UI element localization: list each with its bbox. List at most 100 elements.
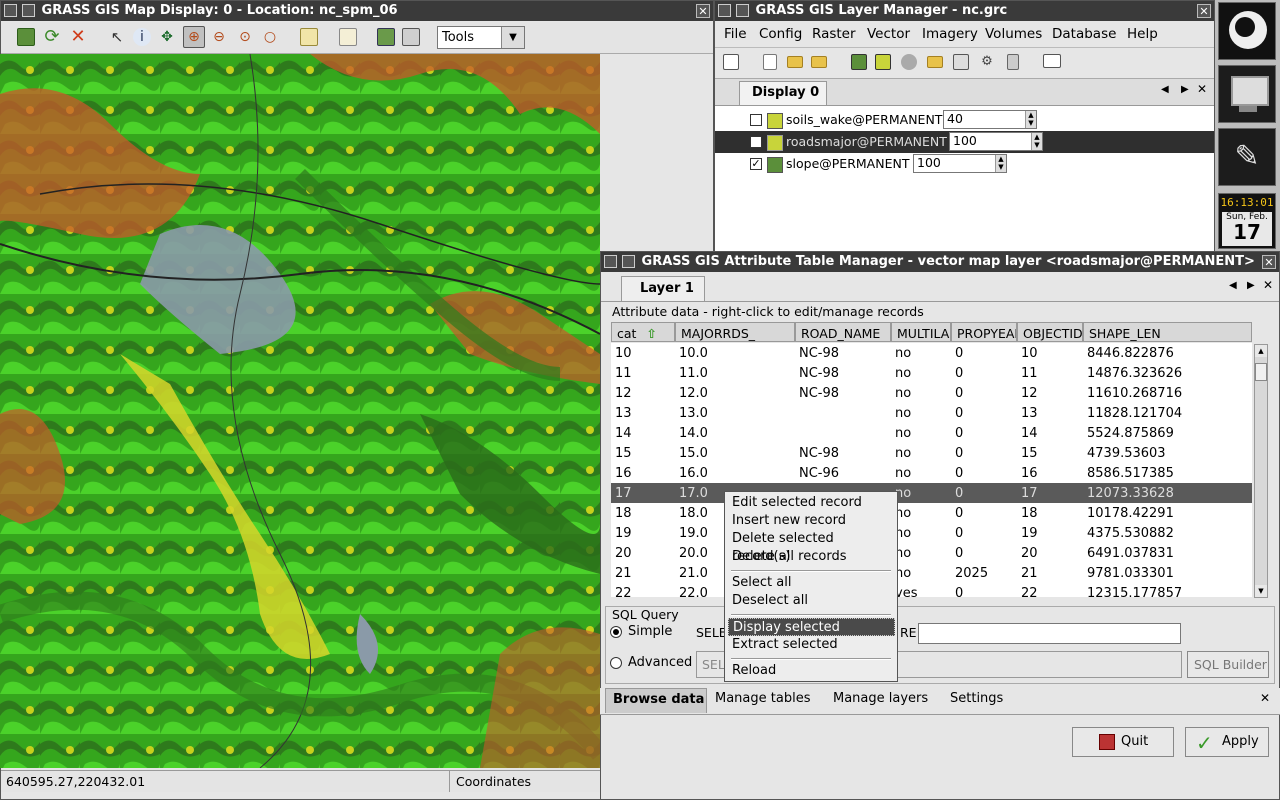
tab-close-icon[interactable]: ✕ (1197, 82, 1207, 96)
menu-deselect-all[interactable]: Deselect all (728, 592, 895, 610)
window-menu-icon[interactable] (4, 4, 17, 17)
tab-close-icon[interactable]: ✕ (1263, 278, 1273, 292)
tab-next-icon[interactable]: ▶ (1181, 84, 1189, 95)
menu-display-selected[interactable]: Display selected (728, 618, 895, 636)
save-workspace-icon[interactable] (811, 56, 827, 68)
table-row[interactable]: 11 11.0 NC-98 no 0 11 14876.323626 (611, 363, 1252, 384)
column-header-objectid[interactable]: OBJECTID (1017, 322, 1083, 342)
table-scrollbar[interactable]: ▲ ▼ (1254, 344, 1268, 598)
menu-imagery[interactable]: Imagery (922, 26, 978, 42)
table-row[interactable]: 22 22.0 yes 0 22 12315.177857 (611, 583, 1252, 597)
add-vector-icon[interactable] (901, 54, 917, 70)
spinner-arrows[interactable]: ▲ ▼ (1031, 133, 1042, 150)
menu-file[interactable]: File (724, 26, 747, 42)
layer-row-roadsmajor[interactable]: roadsmajor@PERMANENT 100 ▲ ▼ (715, 131, 1214, 153)
table-row[interactable]: 16 16.0 NC-96 no 0 16 8586.517385 (611, 463, 1252, 484)
table-row[interactable]: 17 17.0 no 0 17 12073.33628 (611, 483, 1252, 504)
column-header-propyear[interactable]: PROPYEAR (951, 322, 1017, 342)
attribute-manager-titlebar[interactable]: GRASS GIS Attribute Table Manager - vect… (601, 252, 1279, 272)
save-image-icon[interactable] (377, 28, 395, 46)
query-icon[interactable]: i (133, 28, 151, 46)
layer-checkbox[interactable]: ✓ (750, 158, 762, 170)
terminal-icon[interactable] (1218, 65, 1276, 123)
combo-arrow[interactable]: ▼ (501, 27, 524, 48)
table-row[interactable]: 20 20.0 no 0 20 6491.037831 (611, 543, 1252, 564)
open-workspace-icon[interactable] (787, 56, 803, 68)
layer-manager-titlebar[interactable]: GRASS GIS Layer Manager - nc.grc ✕ (715, 1, 1214, 21)
layer-checkbox[interactable] (750, 114, 762, 126)
attribute-table-icon[interactable] (1043, 54, 1061, 68)
rerender-icon[interactable]: ⟳ (43, 28, 61, 46)
table-row[interactable]: 13 13.0 no 0 13 11828.121704 (611, 403, 1252, 424)
decoration-icon[interactable] (339, 28, 357, 46)
zoom-out-icon[interactable]: ⊖ (210, 28, 228, 46)
tab-next-icon[interactable]: ▶ (1247, 280, 1255, 291)
advanced-radio[interactable] (610, 657, 622, 669)
pan-icon[interactable]: ✥ (158, 28, 176, 46)
menu-delete-selected-records[interactable]: Delete selected record(s) (728, 530, 895, 564)
pointer-icon[interactable]: ↖ (108, 28, 126, 46)
add-raster-icon[interactable] (851, 54, 867, 70)
clock-applet[interactable]: 16:13:01 Sun, Feb. 17 (1218, 193, 1276, 249)
erase-display-icon[interactable]: ✕ (69, 28, 87, 46)
analyze-icon[interactable] (300, 28, 318, 46)
table-row[interactable]: 19 19.0 no 0 19 4375.530882 (611, 523, 1252, 544)
menu-raster[interactable]: Raster (812, 26, 856, 42)
apply-button[interactable]: ✓ Apply (1185, 727, 1269, 757)
column-header-road-name[interactable]: ROAD_NAME (795, 322, 891, 342)
table-row[interactable]: 14 14.0 no 0 14 5524.875869 (611, 423, 1252, 444)
table-row[interactable]: 10 10.0 NC-98 no 0 10 8446.822876 (611, 343, 1252, 364)
column-header-shape-len[interactable]: SHAPE_LEN (1083, 322, 1252, 342)
zoom-back-icon[interactable]: ⊙ (236, 28, 254, 46)
column-header-cat[interactable]: cat ⇧ (611, 322, 675, 342)
menu-delete-all-records[interactable]: Delete all records (728, 548, 895, 566)
close-icon[interactable]: ✕ (696, 4, 710, 18)
table-row[interactable]: 18 18.0 no 0 18 10178.42291 (611, 503, 1252, 524)
display-map-icon[interactable] (17, 28, 35, 46)
map-display-titlebar[interactable]: GRASS GIS Map Display: 0 - Location: nc_… (1, 1, 713, 21)
scroll-up-icon[interactable]: ▲ (1255, 345, 1267, 357)
tools-combo[interactable]: Tools ▼ (437, 26, 525, 49)
add-group-icon[interactable] (927, 56, 943, 68)
print-icon[interactable] (402, 28, 420, 46)
close-icon[interactable]: ✕ (1197, 4, 1211, 18)
new-workspace-icon[interactable] (763, 54, 777, 70)
status-mode-combo[interactable]: Coordinates (449, 771, 610, 792)
menu-database[interactable]: Database (1052, 26, 1116, 42)
menu-insert-new-record[interactable]: Insert new record (728, 512, 895, 530)
tab-display-0[interactable]: Display 0 (739, 81, 827, 105)
tab-browse-data[interactable]: Browse data (605, 688, 707, 713)
add-overlay-icon[interactable] (953, 54, 969, 70)
tab-prev-icon[interactable]: ◀ (1161, 84, 1169, 95)
spinner-arrows[interactable]: ▲ ▼ (995, 155, 1006, 172)
simple-radio[interactable] (610, 626, 622, 638)
debian-logo-icon[interactable] (1218, 2, 1276, 60)
map-canvas[interactable] (0, 54, 600, 768)
add-raster-misc-icon[interactable] (875, 54, 891, 70)
menu-edit-selected-record[interactable]: Edit selected record (728, 494, 895, 512)
tab-manage-tables[interactable]: Manage tables (715, 691, 810, 706)
tab-layer-1[interactable]: Layer 1 (621, 276, 705, 301)
quit-button[interactable]: Quit (1072, 727, 1174, 757)
table-row[interactable]: 21 21.0 no 2025 21 9781.033301 (611, 563, 1252, 584)
tab-manage-layers[interactable]: Manage layers (833, 691, 928, 706)
column-header-multilan[interactable]: MULTILAN (891, 322, 951, 342)
opacity-spinner[interactable]: 100 ▲ ▼ (949, 132, 1043, 151)
menu-select-all[interactable]: Select all (728, 574, 895, 592)
column-header-majorrds[interactable]: MAJORRDS_ (675, 322, 795, 342)
zoom-in-icon[interactable]: ⊕ (183, 26, 205, 48)
window-menu-icon[interactable] (718, 4, 731, 17)
layer-row-soils[interactable]: soils_wake@PERMANENT 40 ▲ ▼ (715, 109, 1214, 131)
where-input[interactable] (918, 623, 1181, 644)
delete-layer-icon[interactable] (1007, 54, 1019, 70)
opacity-spinner[interactable]: 100 ▲ ▼ (913, 154, 1007, 173)
zoom-menu-icon[interactable]: ○ (261, 28, 279, 46)
tab-settings[interactable]: Settings (950, 691, 1003, 706)
sql-builder-button[interactable]: SQL Builder (1187, 651, 1269, 678)
tab-bar-close-icon[interactable]: ✕ (1260, 691, 1270, 705)
add-command-icon[interactable]: ⚙ (979, 54, 995, 70)
menu-help[interactable]: Help (1127, 26, 1158, 42)
close-icon[interactable]: ✕ (1262, 255, 1276, 269)
opacity-spinner[interactable]: 40 ▲ ▼ (943, 110, 1037, 129)
window-menu-icon[interactable] (604, 255, 617, 268)
